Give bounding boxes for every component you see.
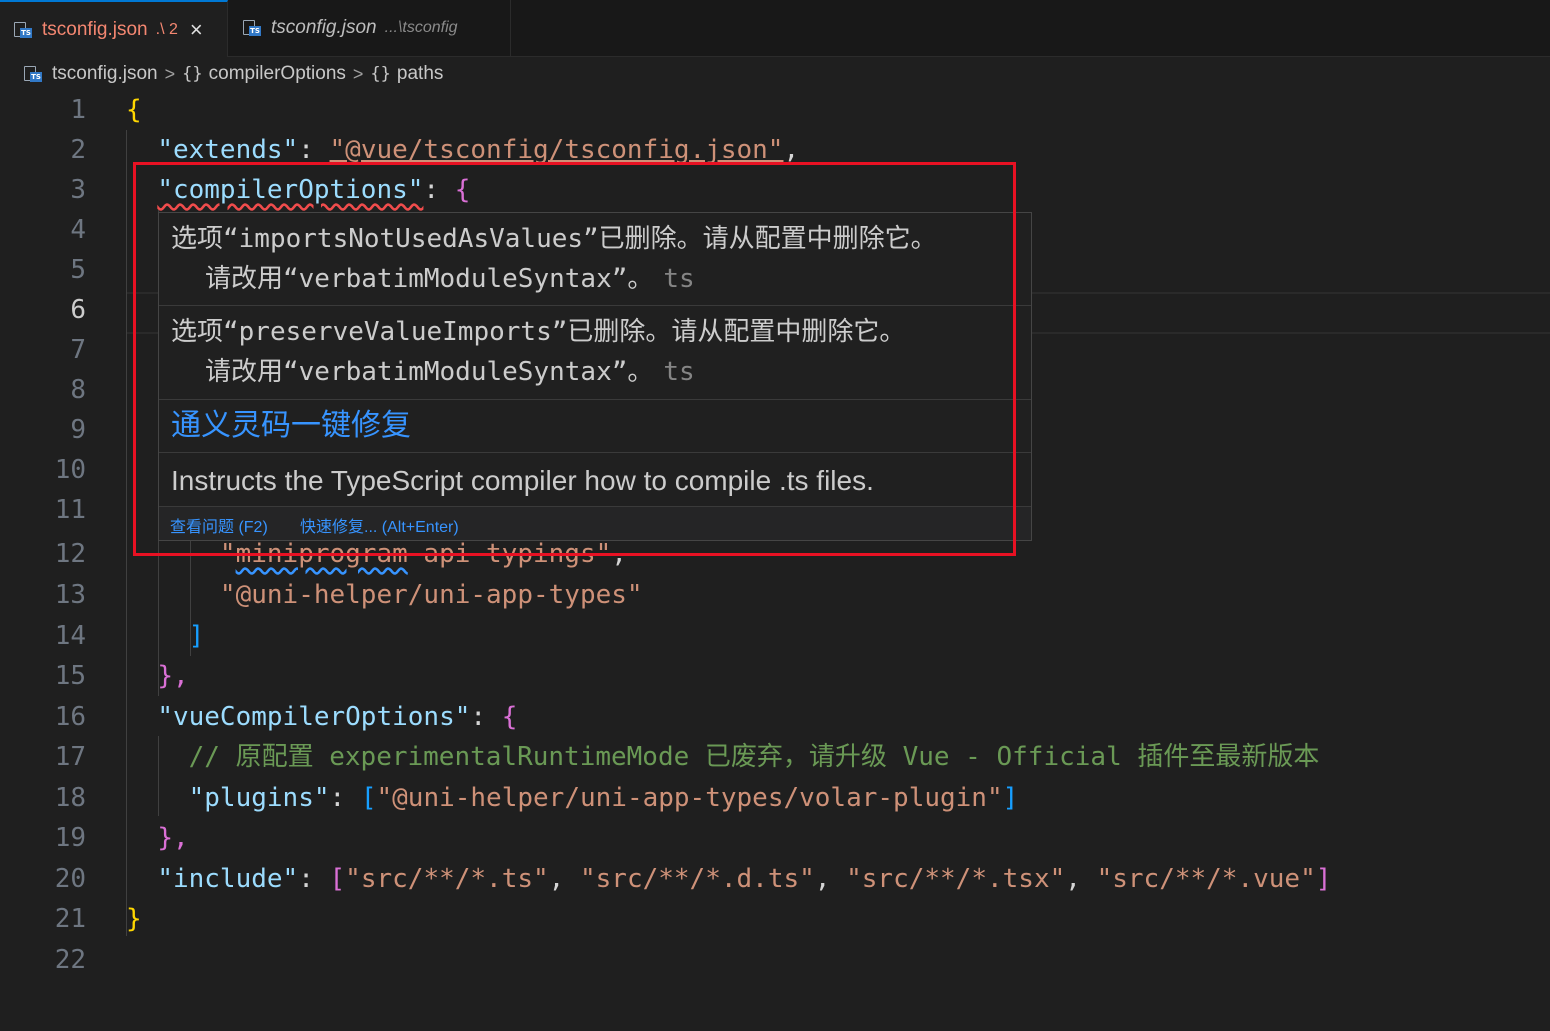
breadcrumb-file[interactable]: tsconfig.json [52,63,158,85]
annotation-highlight-box [133,162,1016,556]
chevron-right-icon: > [352,63,364,84]
code-line: 22 [54,945,86,975]
tsconfig-file-icon: TS [243,20,261,36]
tab-tsconfig-inactive[interactable]: TS tsconfig.json ...\tsconfig [229,0,511,56]
code-line: 18 "plugins": ["@uni-helper/uni-app-type… [54,783,1019,813]
code-line: 13 "@uni-helper/uni-app-types" [54,580,643,610]
object-symbol-icon: {} [370,64,391,84]
breadcrumb-paths[interactable]: paths [397,63,443,85]
tab-title: tsconfig.json [42,18,148,40]
breadcrumb: TS tsconfig.json > {} compilerOptions > … [0,56,1550,92]
code-line: 15 }, [54,661,189,691]
code-line: 14 ] [54,621,205,651]
tab-title: tsconfig.json [271,17,377,38]
code-line: 1{ [70,95,142,125]
tab-problem-count: .\ 2 [155,20,178,38]
tsconfig-file-icon: TS [14,21,32,38]
code-line: 16 "vueCompilerOptions": { [54,702,518,732]
code-line: 21} [54,904,142,934]
breadcrumb-compileroptions[interactable]: compilerOptions [209,63,346,85]
code-line: 20 "include": ["src/**/*.ts", "src/**/*.… [54,864,1332,894]
code-line: 17 // 原配置 experimentalRuntimeMode 已废弃，请升… [54,742,1320,772]
object-symbol-icon: {} [182,64,203,84]
chevron-right-icon: > [164,63,176,84]
tab-tsconfig-active[interactable]: TS tsconfig.json .\ 2 × [0,0,228,57]
tab-path: ...\tsconfig [384,19,458,36]
editor-tab-bar: TS tsconfig.json .\ 2 × TS tsconfig.json… [0,0,1550,57]
close-icon[interactable]: × [190,18,203,41]
tsconfig-file-icon: TS [24,66,42,82]
code-line: 19 }, [54,823,189,853]
